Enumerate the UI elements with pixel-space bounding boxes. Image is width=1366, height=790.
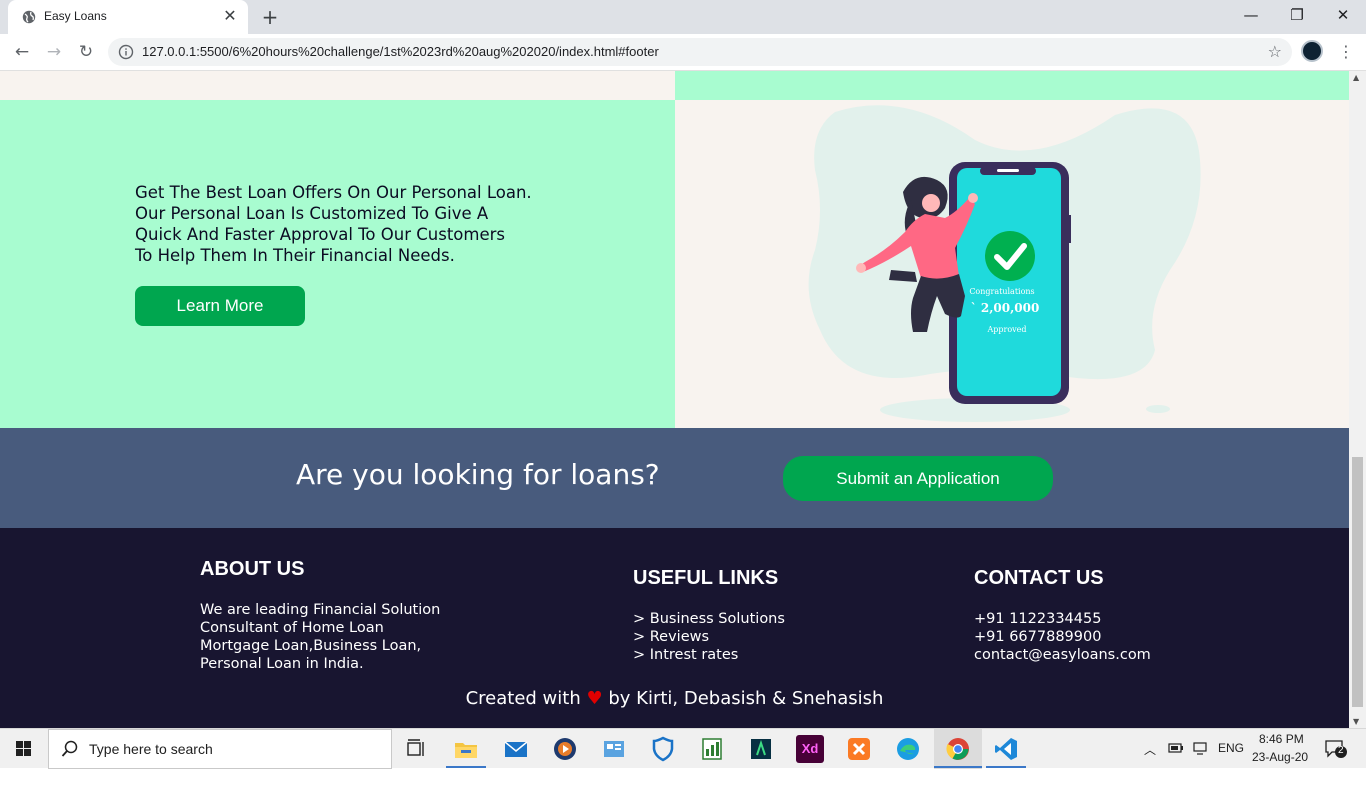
page-scrollbar[interactable]: ▲ ▼: [1349, 71, 1366, 728]
url-text[interactable]: 127.0.0.1:5500/6%20hours%20challenge/1st…: [142, 44, 659, 59]
browser-tab[interactable]: Easy Loans ✕: [8, 0, 248, 34]
contact-details: +91 1122334455 +91 6677889900 contact@ea…: [974, 610, 1151, 664]
about-line: Personal Loan in India.: [200, 656, 364, 672]
footer-link-interest-rates[interactable]: > Intrest rates: [633, 646, 785, 664]
loan-approved-illustration: Congratulations ` 2,00,000 Approved: [808, 105, 1201, 422]
personal-loan-section: Get The Best Loan Offers On Our Personal…: [0, 100, 675, 428]
browser-menu-icon[interactable]: ⋮: [1338, 40, 1354, 64]
back-button[interactable]: ←: [10, 40, 34, 64]
address-bar[interactable]: 127.0.0.1:5500/6%20hours%20challenge/1st…: [108, 38, 1292, 66]
previous-section-left: [0, 71, 675, 100]
xampp-icon[interactable]: [845, 735, 873, 763]
credits-line: Created with ♥ by Kirti, Debasish & Sneh…: [0, 688, 1349, 709]
edge-icon[interactable]: [894, 735, 922, 763]
reload-button[interactable]: ↻: [74, 40, 98, 64]
description-line: Get The Best Loan Offers On Our Personal…: [135, 183, 532, 202]
previous-section-right: [675, 71, 1349, 100]
bookmark-star-icon[interactable]: ☆: [1268, 42, 1282, 61]
contact-email[interactable]: contact@easyloans.com: [974, 646, 1151, 664]
about-us-text: We are leading Financial Solution Consul…: [200, 601, 440, 673]
contact-us-heading: CONTACT US: [974, 567, 1104, 589]
adobe-xd-icon[interactable]: Xd: [796, 735, 824, 763]
notification-icon: [1325, 740, 1347, 758]
mail-icon[interactable]: [502, 735, 530, 763]
start-button[interactable]: [0, 729, 48, 769]
illustration-panel: Congratulations ` 2,00,000 Approved: [675, 100, 1349, 428]
description-line: To Help Them In Their Financial Needs.: [135, 246, 455, 265]
credits-prefix: Created with: [465, 688, 581, 709]
language-indicator[interactable]: ENG: [1218, 741, 1244, 781]
windows-logo-icon: [16, 741, 31, 756]
media-player-icon[interactable]: [551, 735, 579, 763]
footer-link-business-solutions[interactable]: > Business Solutions: [633, 610, 785, 628]
useful-links-list: > Business Solutions > Reviews > Intrest…: [633, 610, 785, 664]
check-circle: [985, 231, 1035, 281]
task-view-icon[interactable]: [402, 735, 430, 763]
forward-button[interactable]: →: [42, 40, 66, 64]
loan-cta-banner: Are you looking for loans? Submit an App…: [0, 428, 1349, 528]
description-line: Quick And Faster Approval To Our Custome…: [135, 225, 505, 244]
info-icon[interactable]: [118, 44, 134, 60]
useful-links-heading: USEFUL LINKS: [633, 567, 779, 589]
search-icon: [61, 740, 78, 757]
heart-icon: ♥: [586, 688, 603, 709]
notification-count: 2: [1338, 745, 1344, 756]
phone-amount: ` 2,00,000: [971, 301, 1040, 315]
new-tab-button[interactable]: +: [258, 5, 282, 29]
minimize-button[interactable]: —: [1228, 0, 1274, 30]
credits-authors: by Kirti, Debasish & Snehasish: [608, 688, 884, 709]
about-line: Mortgage Loan,Business Loan,: [200, 638, 422, 654]
vscode-icon[interactable]: [992, 735, 1020, 763]
browser-toolbar: ← → ↻ 127.0.0.1:5500/6%20hours%20challen…: [0, 34, 1366, 71]
profile-avatar[interactable]: [1301, 40, 1323, 62]
phone-title: Congratulations: [969, 287, 1034, 296]
network-icon[interactable]: [1192, 741, 1208, 755]
contact-phone-2: +91 6677889900: [974, 629, 1102, 645]
tab-close-icon[interactable]: ✕: [220, 6, 240, 26]
globe-icon: [22, 10, 36, 24]
learn-more-button[interactable]: Learn More: [135, 286, 305, 326]
scrollbar-thumb[interactable]: [1352, 457, 1363, 707]
scroll-up-arrow-icon[interactable]: ▲: [1353, 73, 1359, 82]
close-window-button[interactable]: ✕: [1320, 0, 1366, 30]
clock-date[interactable]: 23-Aug-20: [1252, 750, 1308, 790]
floor-shadow-small: [1146, 405, 1170, 413]
phone-status: Approved: [986, 325, 1026, 334]
submit-application-button[interactable]: Submit an Application: [783, 456, 1053, 501]
page-viewport: Get The Best Loan Offers On Our Personal…: [0, 71, 1349, 728]
file-explorer-icon[interactable]: [452, 735, 480, 763]
action-center-icon[interactable]: 2: [1324, 739, 1348, 759]
chrome-icon[interactable]: [944, 735, 972, 763]
windows-taskbar: Type here to search Xd ︿ ENG 8:46 PM 23-…: [0, 728, 1366, 769]
contact-phone-1: +91 1122334455: [974, 611, 1102, 627]
personal-loan-description: Get The Best Loan Offers On Our Personal…: [135, 182, 555, 266]
taskbar-search-box[interactable]: Type here to search: [48, 729, 392, 769]
android-studio-icon[interactable]: [747, 735, 775, 763]
tab-strip: Easy Loans ✕ + — ❐ ✕: [0, 0, 1366, 34]
about-line: We are leading Financial Solution: [200, 602, 441, 618]
about-line: Consultant of Home Loan: [200, 620, 384, 636]
spreadsheet-icon[interactable]: [698, 735, 726, 763]
scroll-down-arrow-icon[interactable]: ▼: [1353, 717, 1359, 726]
site-footer: ABOUT US We are leading Financial Soluti…: [0, 528, 1349, 728]
maximize-button[interactable]: ❐: [1274, 0, 1320, 30]
tray-overflow-icon[interactable]: ︿: [1144, 741, 1156, 781]
tab-title: Easy Loans: [44, 9, 107, 23]
description-line: Our Personal Loan Is Customized To Give …: [135, 204, 489, 223]
about-us-heading: ABOUT US: [200, 558, 305, 580]
footer-link-reviews[interactable]: > Reviews: [633, 628, 785, 646]
control-panel-icon[interactable]: [600, 735, 628, 763]
security-icon[interactable]: [649, 735, 677, 763]
search-placeholder: Type here to search: [89, 741, 213, 757]
battery-icon[interactable]: [1168, 741, 1184, 755]
cta-heading: Are you looking for loans?: [296, 458, 660, 491]
